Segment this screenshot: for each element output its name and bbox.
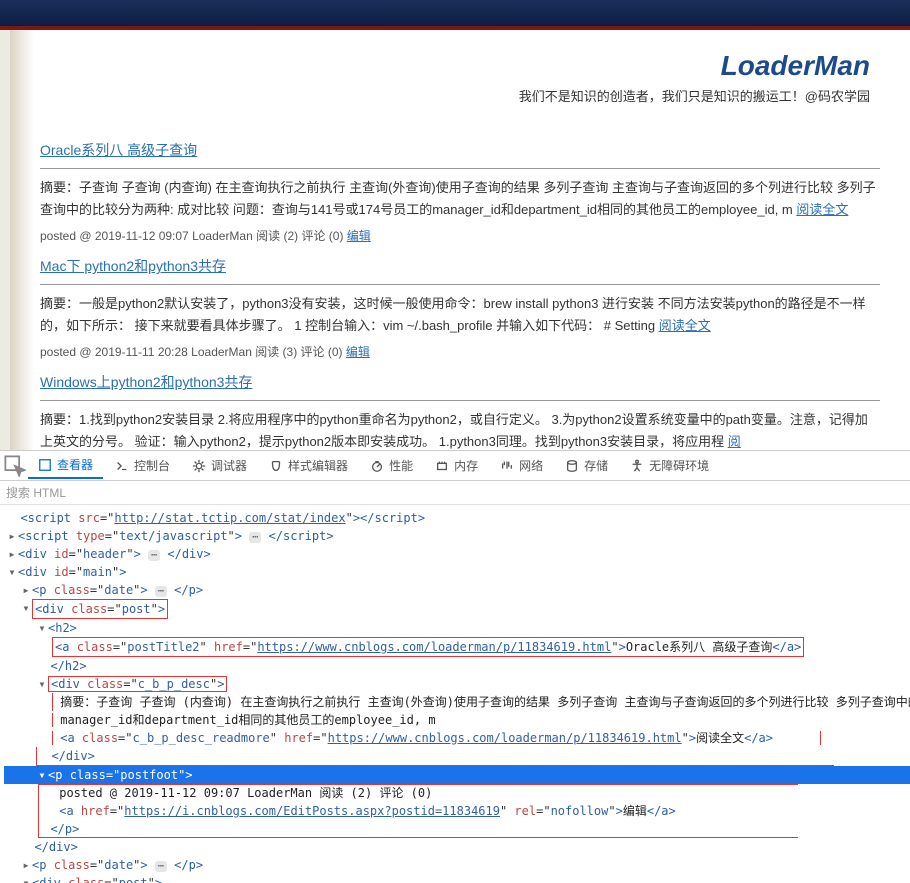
tab-label: 网络	[519, 457, 543, 474]
post-item: Windows上python2和python3共存 摘要：1.找到python2…	[40, 372, 880, 450]
post-title: Windows上python2和python3共存	[40, 372, 880, 392]
tab-label: 存储	[584, 457, 608, 474]
blog-subtitle: 我们不是知识的创造者，我们只是知识的搬运工！@码农学园	[40, 86, 880, 105]
tab-accessibility[interactable]: 无障碍环境	[620, 453, 719, 478]
dom-node[interactable]: </h2>	[4, 657, 910, 675]
blog-title[interactable]: LoaderMan	[40, 50, 880, 82]
post-item: Oracle系列八 高级子查询 摘要：子查询 子查询 (内查询) 在主查询执行之…	[40, 140, 880, 244]
dom-node[interactable]: ▸<p class="date"> ⋯ </p>	[4, 581, 910, 599]
content-shadow	[10, 130, 34, 450]
post-item: Mac下 python2和python3共存 摘要：一般是python2默认安装…	[40, 256, 880, 360]
tab-console[interactable]: 控制台	[105, 453, 180, 478]
post-summary: 摘要：一般是python2默认安装了，python3没有安装，这时候一般使用命令…	[40, 293, 880, 337]
dom-text: manager_id和department_id相同的其他员工的employee…	[4, 711, 910, 729]
tab-memory[interactable]: 内存	[425, 453, 488, 478]
dom-node[interactable]: ▾<div class="post">	[4, 599, 910, 619]
dom-node[interactable]: ▾<div id="main">	[4, 563, 910, 581]
dom-node[interactable]: ▾<div class="c_b_p_desc">	[4, 675, 910, 693]
edit-link[interactable]: 编辑	[346, 345, 370, 359]
post-meta: posted @ 2019-11-11 20:28 LoaderMan 阅读 (…	[40, 345, 346, 359]
tab-network[interactable]: 网络	[490, 453, 553, 478]
blog-content: Oracle系列八 高级子查询 摘要：子查询 子查询 (内查询) 在主查询执行之…	[0, 130, 910, 450]
tab-label: 控制台	[134, 457, 170, 474]
dom-text: posted @ 2019-11-12 09:07 LoaderMan 阅读 (…	[4, 784, 910, 802]
tab-label: 性能	[389, 457, 413, 474]
post-summary: 摘要：子查询 子查询 (内查询) 在主查询执行之前执行 主查询(外查询)使用子查…	[40, 177, 880, 221]
dom-node[interactable]: <a class="postTitle2" href="https://www.…	[4, 637, 910, 657]
tab-label: 调试器	[211, 457, 247, 474]
page-banner	[0, 0, 910, 30]
post-meta: posted @ 2019-11-12 09:07 LoaderMan 阅读 (…	[40, 229, 347, 243]
summary-text: 摘要：1.找到python2安装目录 2.将应用程序中的python重命名为py…	[40, 412, 868, 449]
post-footer: posted @ 2019-11-11 20:28 LoaderMan 阅读 (…	[40, 343, 880, 360]
tab-label: 查看器	[57, 456, 93, 473]
dom-node[interactable]: ▾<div class="post">	[4, 874, 910, 883]
dom-node[interactable]: </p>	[4, 820, 910, 838]
devtools-tabs: 查看器 控制台 调试器 样式编辑器 性能 内存 网络 存储	[0, 451, 910, 481]
readmore-link[interactable]: 阅	[728, 434, 741, 449]
dom-node[interactable]: ▸<p class="date"> ⋯ </p>	[4, 856, 910, 874]
dom-tree[interactable]: <script src="http://stat.tctip.com/stat/…	[0, 505, 910, 883]
dom-node[interactable]: ▸<div id="header"> ⋯ </div>	[4, 545, 910, 563]
post-title: Mac下 python2和python3共存	[40, 256, 880, 276]
devtools-panel: 查看器 控制台 调试器 样式编辑器 性能 内存 网络 存储	[0, 450, 910, 883]
tab-debugger[interactable]: 调试器	[182, 453, 257, 478]
dom-node[interactable]: <script src="http://stat.tctip.com/stat/…	[4, 509, 910, 527]
pick-element-icon[interactable]	[4, 455, 26, 477]
dom-text: 摘要：子查询 子查询 (内查询) 在主查询执行之前执行 主查询(外查询)使用子查…	[4, 693, 910, 711]
dom-node[interactable]: <a href="https://i.cnblogs.com/EditPosts…	[4, 802, 910, 820]
post-separator	[40, 284, 880, 285]
dom-node[interactable]: ▾<h2>	[4, 619, 910, 637]
post-separator	[40, 168, 880, 169]
search-placeholder: 搜索 HTML	[6, 484, 66, 501]
dom-node-selected[interactable]: ▾<p class="postfoot">	[4, 766, 910, 784]
tab-label: 内存	[454, 457, 478, 474]
tab-storage[interactable]: 存储	[555, 453, 618, 478]
summary-text: 摘要：一般是python2默认安装了，python3没有安装，这时候一般使用命令…	[40, 296, 866, 333]
post-title-link[interactable]: Oracle系列八 高级子查询	[40, 142, 197, 158]
tab-style[interactable]: 样式编辑器	[259, 453, 358, 478]
blog-header: LoaderMan 我们不是知识的创造者，我们只是知识的搬运工！@码农学园	[0, 30, 910, 130]
tab-performance[interactable]: 性能	[360, 453, 423, 478]
header-shadow	[10, 30, 34, 130]
dom-node[interactable]: </div>	[4, 838, 910, 856]
post-footer: posted @ 2019-11-12 09:07 LoaderMan 阅读 (…	[40, 227, 880, 244]
devtools-search[interactable]: 搜索 HTML	[0, 481, 910, 505]
dom-node[interactable]: </div>	[4, 747, 910, 766]
post-title-link[interactable]: Mac下 python2和python3共存	[40, 258, 226, 274]
readmore-link[interactable]: 阅读全文	[659, 318, 711, 333]
edit-link[interactable]: 编辑	[347, 229, 371, 243]
post-title-link[interactable]: Windows上python2和python3共存	[40, 374, 252, 390]
dom-node[interactable]: <a class="c_b_p_desc_readmore" href="htt…	[4, 729, 910, 747]
post-separator	[40, 400, 880, 401]
dom-node[interactable]: ▸<script type="text/javascript"> ⋯ </scr…	[4, 527, 910, 545]
post-title: Oracle系列八 高级子查询	[40, 140, 880, 160]
post-summary: 摘要：1.找到python2安装目录 2.将应用程序中的python重命名为py…	[40, 409, 880, 450]
tab-inspector[interactable]: 查看器	[28, 452, 103, 479]
summary-text: 摘要：子查询 子查询 (内查询) 在主查询执行之前执行 主查询(外查询)使用子查…	[40, 180, 876, 217]
readmore-link[interactable]: 阅读全文	[796, 202, 848, 217]
tab-label: 无障碍环境	[649, 457, 709, 474]
tab-label: 样式编辑器	[288, 457, 348, 474]
